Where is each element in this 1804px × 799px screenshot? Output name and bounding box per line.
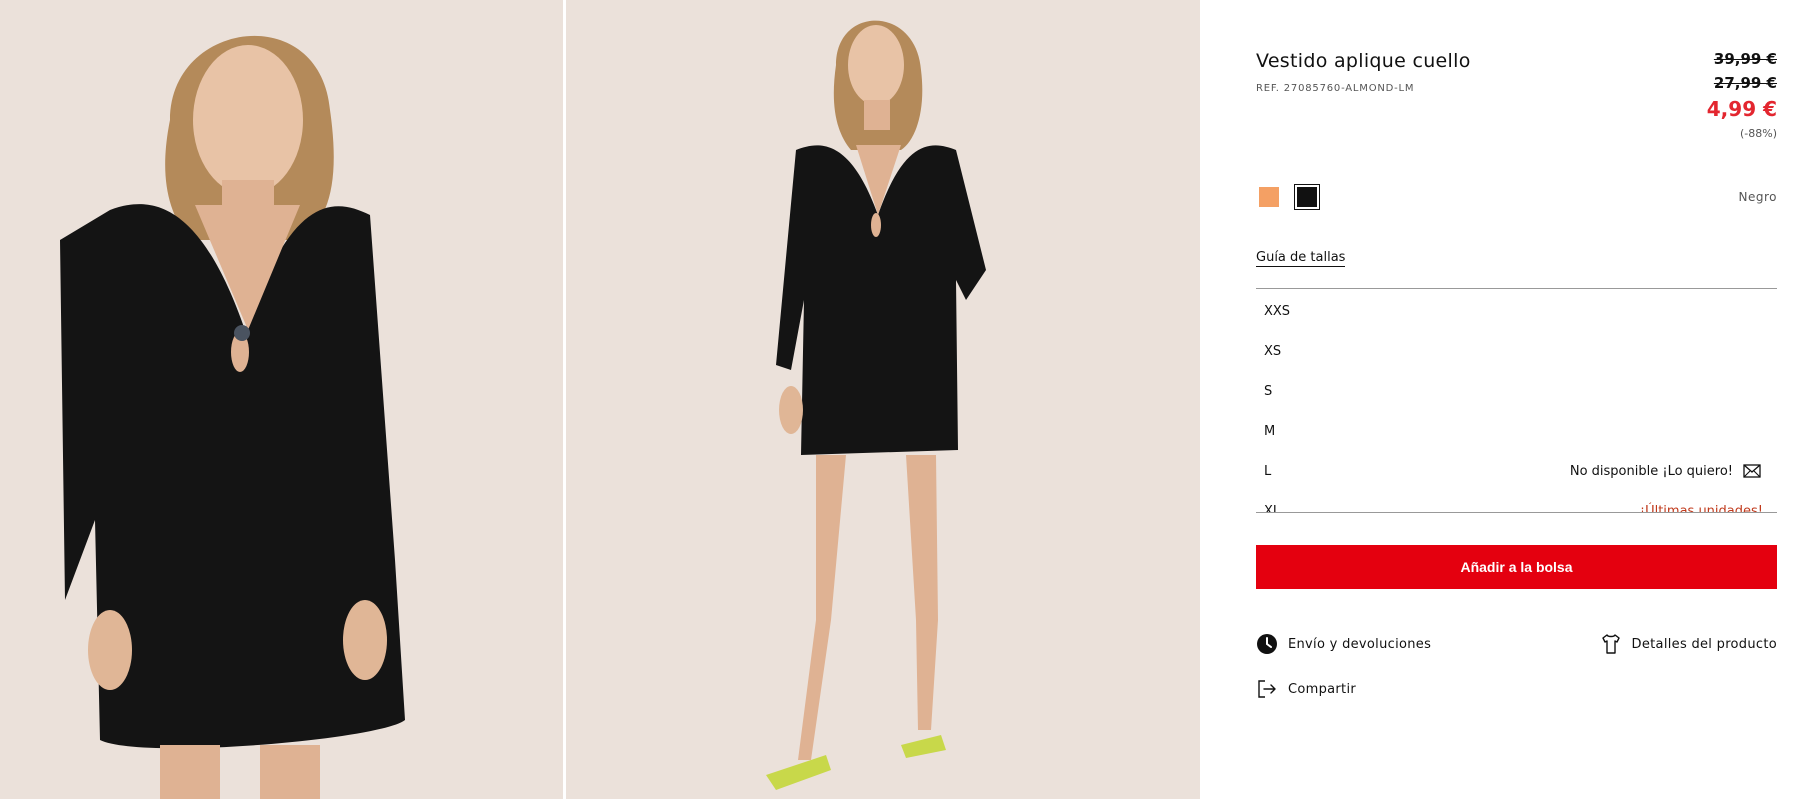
share-label: Compartir — [1288, 681, 1357, 697]
size-option-low-stock[interactable]: XL ¡Últimas unidades! — [1256, 491, 1777, 513]
product-photo-full-length[interactable] — [566, 0, 1200, 799]
color-selector — [1256, 184, 1320, 210]
size-status-text: No disponible ¡Lo quiero! — [1569, 463, 1733, 479]
discount-percentage: (-88%) — [1739, 127, 1777, 140]
sale-price: 4,99 € — [1706, 97, 1777, 121]
size-option[interactable]: XS — [1256, 331, 1777, 371]
product-title: Vestido aplique cuello — [1256, 50, 1471, 72]
product-reference: REF. 27085760-ALMOND-LM — [1256, 83, 1415, 94]
color-option-black[interactable] — [1294, 184, 1320, 210]
product-photo-front-closeup[interactable] — [0, 0, 563, 799]
shipping-returns-label: Envío y devoluciones — [1288, 636, 1432, 652]
color-option-orange[interactable] — [1256, 184, 1282, 210]
previous-price: 27,99 € — [1713, 74, 1777, 92]
size-list[interactable]: XXS XS S M L No disponible ¡Lo quiero! X… — [1256, 288, 1777, 513]
tshirt-icon — [1600, 633, 1622, 655]
size-guide-link[interactable]: Guía de tallas — [1256, 250, 1346, 267]
size-label: M — [1264, 423, 1276, 439]
add-to-bag-button[interactable]: Añadir a la bolsa — [1256, 545, 1777, 589]
original-price: 39,99 € — [1713, 50, 1777, 68]
size-label: XXS — [1264, 303, 1291, 319]
black-swatch — [1297, 187, 1317, 207]
orange-swatch — [1259, 187, 1279, 207]
product-info-panel: Vestido aplique cuello REF. 27085760-ALM… — [1256, 0, 1777, 799]
share-arrow-icon — [1256, 678, 1278, 700]
notify-me-status[interactable]: No disponible ¡Lo quiero! — [1570, 460, 1763, 482]
product-details-label: Detalles del producto — [1631, 636, 1777, 652]
product-details-link[interactable]: Detalles del producto — [1600, 633, 1777, 655]
size-label: S — [1264, 383, 1273, 399]
size-label: XL — [1264, 503, 1281, 513]
share-link[interactable]: Compartir — [1256, 678, 1356, 700]
shipping-returns-link[interactable]: Envío y devoluciones — [1256, 633, 1431, 655]
size-option[interactable]: S — [1256, 371, 1777, 411]
size-label: XS — [1264, 343, 1282, 359]
size-option-unavailable[interactable]: L No disponible ¡Lo quiero! — [1256, 451, 1777, 491]
price-block: 39,99 € 27,99 € 4,99 € (-88%) — [1707, 47, 1777, 145]
envelope-icon — [1741, 460, 1763, 482]
product-gallery — [0, 0, 1200, 799]
size-label: L — [1264, 463, 1272, 479]
size-option[interactable]: M — [1256, 411, 1777, 451]
model-photo-illustration — [566, 0, 1200, 799]
model-photo-illustration — [0, 0, 563, 799]
selected-color-label: Negro — [1738, 190, 1777, 204]
size-option[interactable]: XXS — [1256, 291, 1777, 331]
clock-icon — [1256, 633, 1278, 655]
low-stock-status: ¡Últimas unidades! — [1639, 503, 1763, 513]
